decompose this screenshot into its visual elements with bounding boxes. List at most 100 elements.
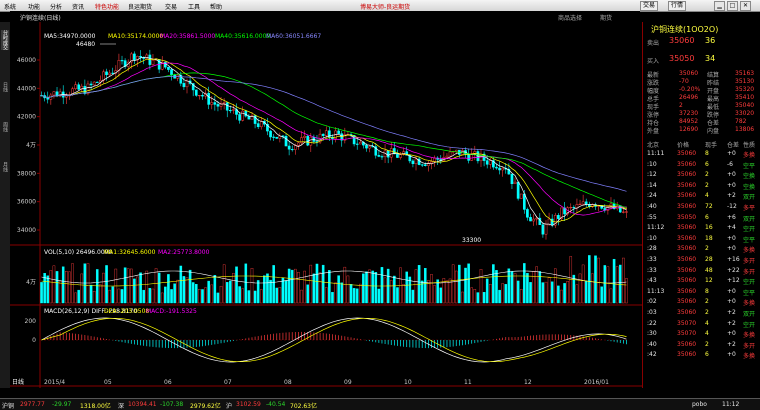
volume-bar: [294, 268, 297, 304]
volume-bar: [541, 282, 545, 304]
candle-body: [557, 215, 560, 219]
side-tab-weekly[interactable]: 周线: [1, 122, 9, 132]
candle-body: [74, 84, 77, 89]
volume-bar: [575, 284, 579, 304]
tick-cell: +2: [727, 192, 736, 200]
tick-cell: +2: [727, 319, 736, 327]
candle-body: [309, 136, 313, 146]
tick-cell: 16: [705, 224, 713, 232]
buy-volume: 34: [705, 54, 716, 63]
status-copper-value: 2977.77: [20, 401, 45, 408]
menu-function[interactable]: 功能: [28, 2, 40, 11]
volume-bar: [612, 258, 616, 304]
candle-body: [222, 102, 226, 104]
candle-body: [358, 141, 362, 145]
quote-button[interactable]: 行情: [668, 1, 687, 11]
side-tab-daily[interactable]: 日线: [1, 82, 9, 92]
tick-cell: 2: [705, 171, 709, 179]
volume-bar: [328, 270, 331, 304]
candle-body: [256, 123, 260, 128]
window-title: 博易大师-良运期货: [360, 4, 411, 11]
volume-bar: [563, 283, 566, 304]
candle-body: [399, 154, 402, 158]
product-select[interactable]: 商品选择: [558, 13, 582, 22]
menu-special[interactable]: 特色功能: [95, 2, 119, 11]
volume-bar: [247, 290, 251, 304]
stat-cell: 35320: [735, 86, 755, 93]
candle-body: [133, 53, 136, 61]
stat-cell: -70: [679, 78, 689, 85]
futures-tab[interactable]: 期货: [600, 13, 612, 22]
status-sz-change: -107.38: [160, 401, 184, 408]
trade-button[interactable]: 交易: [640, 1, 659, 11]
candle-body: [77, 84, 81, 90]
volume-bar: [402, 284, 405, 304]
candle-body: [210, 102, 214, 105]
volume-bar: [334, 282, 337, 304]
status-sh-change: -40.54: [266, 401, 286, 408]
tick-cell: +0: [727, 234, 736, 242]
maximize-icon[interactable]: □: [727, 1, 738, 11]
volume-bar: [95, 269, 99, 304]
tick-header-cell: 仓差: [727, 142, 740, 149]
volume-bar: [108, 289, 111, 304]
tick-cell: 4: [705, 319, 709, 327]
volume-bar: [207, 280, 210, 304]
tick-cell: 2: [705, 245, 709, 253]
tick-cell: 双开: [743, 215, 756, 223]
candle-body: [513, 181, 517, 185]
candle-body: [519, 193, 523, 199]
tick-cell: :02: [647, 298, 657, 306]
candle-body: [102, 71, 105, 81]
tick-cell: 35060: [677, 309, 697, 316]
menu-broker[interactable]: 良运期货: [128, 2, 152, 11]
volume-bar: [581, 264, 585, 304]
kline-chart[interactable]: MA5:34970.0000 MA10:35174.0000MA20:35861.…: [10, 22, 642, 388]
macd-value-label: MACD:-191.5325: [146, 308, 197, 315]
volume-bar: [74, 292, 77, 304]
tick-cell: 35060: [677, 266, 697, 274]
menu-help[interactable]: 帮助: [210, 2, 222, 11]
tick-cell: +2: [727, 340, 736, 348]
volume-bar: [83, 263, 87, 304]
stat-cell: 内盘: [707, 128, 720, 135]
volume-bar: [501, 283, 504, 304]
menu-trade[interactable]: 交易: [165, 2, 177, 11]
volume-bar: [123, 267, 127, 304]
minimize-icon[interactable]: ▁: [714, 1, 725, 11]
volume-bar: [489, 284, 492, 304]
close-icon[interactable]: ✕: [740, 1, 751, 11]
volume-bar: [318, 272, 322, 304]
tick-cell: :33: [647, 266, 657, 274]
candle-body: [287, 145, 291, 150]
y-tick-label: 34000: [17, 227, 36, 234]
stat-cell: 26496: [679, 94, 699, 101]
menu-tools[interactable]: 工具: [188, 2, 200, 11]
stat-cell: 13806: [735, 126, 755, 133]
menu-news[interactable]: 资讯: [72, 2, 84, 11]
menu-system[interactable]: 系统: [4, 2, 16, 11]
candle-body: [272, 136, 275, 138]
volume-bar: [225, 282, 229, 304]
tick-cell: 6: [705, 351, 709, 359]
candle-body: [95, 81, 99, 83]
stat-cell: 33020: [735, 110, 755, 117]
candle-body: [244, 110, 248, 117]
volume-bar: [544, 281, 548, 304]
volume-bar: [52, 265, 56, 304]
menu-analysis[interactable]: 分析: [50, 2, 62, 11]
tick-cell: +12: [727, 277, 740, 285]
tick-header-cell: 价格: [677, 142, 690, 149]
volume-bar: [430, 274, 433, 304]
side-tab-realtime[interactable]: 分时成交: [1, 30, 9, 50]
tick-cell: 4: [705, 192, 709, 200]
volume-bar: [105, 265, 108, 304]
candle-body: [297, 142, 300, 146]
tick-cell: 28: [705, 256, 713, 263]
side-tab-monthly[interactable]: 月线: [1, 162, 9, 172]
volume-bar: [266, 273, 269, 304]
candle-body: [303, 135, 306, 138]
volume-bar: [377, 288, 381, 304]
volume-bar: [222, 264, 226, 304]
candle-body: [194, 89, 198, 96]
